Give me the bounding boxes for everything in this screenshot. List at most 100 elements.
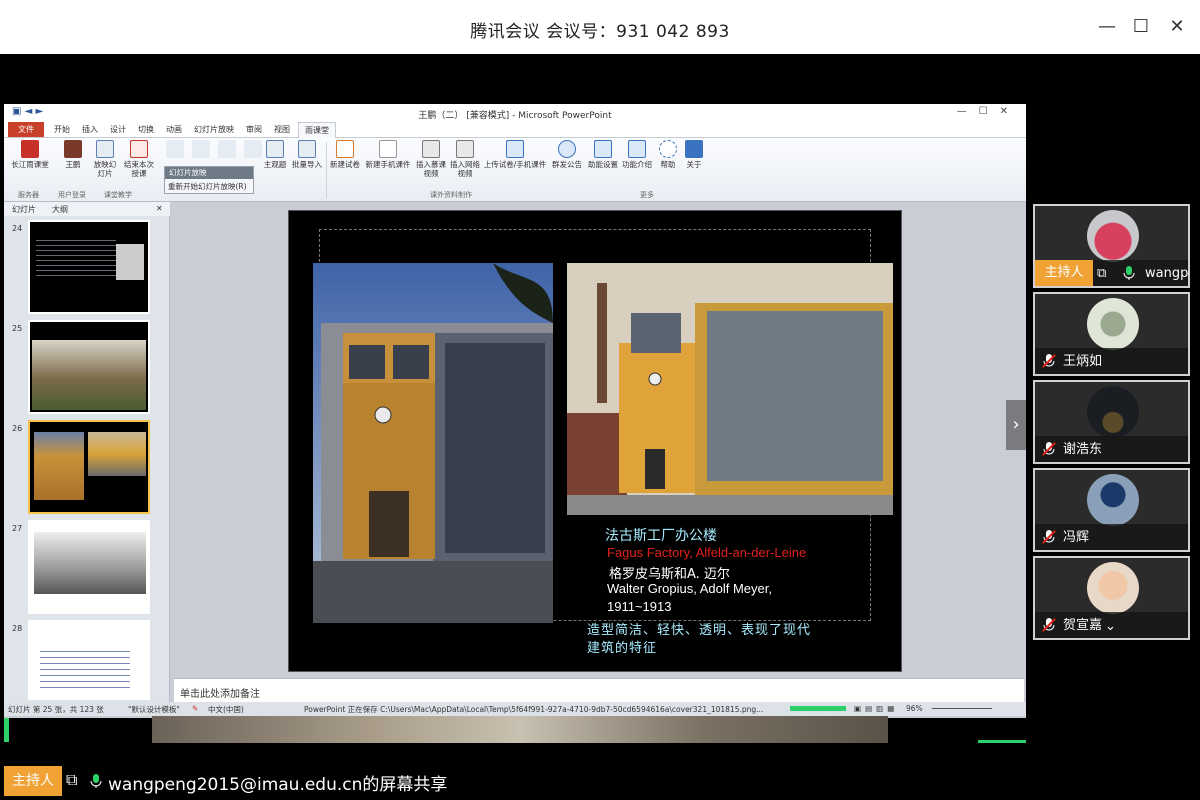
film-icon	[456, 140, 474, 158]
maximize-button[interactable]: ☐	[1130, 16, 1152, 38]
view-buttons[interactable]: ▣▤▥▦	[854, 704, 898, 713]
footer-host-badge: 主持人	[4, 766, 62, 796]
thumb-text-lines	[36, 236, 116, 276]
tab-slides[interactable]: 幻灯片	[12, 204, 36, 215]
ribbon-announcement-button[interactable]: 群发公告	[550, 140, 584, 169]
caption-summary-line1: 造型简洁、轻快、透明、表现了现代	[587, 623, 812, 638]
caption-title: 法古斯工厂办公楼	[605, 528, 717, 544]
ribbon-subjective-button[interactable]: 主观题	[260, 140, 290, 169]
participant-name: 谢浩东	[1063, 442, 1103, 457]
tab-review[interactable]: 审阅	[246, 124, 262, 135]
participant-card[interactable]: 王炳如	[1033, 292, 1190, 376]
ribbon-intro-button[interactable]: 功能介绍	[620, 140, 654, 169]
ribbon-user-button[interactable]: 王鹏	[58, 140, 88, 169]
globe-icon	[558, 140, 576, 158]
help-icon	[659, 140, 677, 158]
slide-thumbnail[interactable]	[28, 620, 150, 700]
ribbon-web-video-button[interactable]: 插入网络视频	[448, 140, 482, 178]
avatar	[1087, 210, 1139, 262]
dropdown-restart-item[interactable]: 重新开始幻灯片放映(R)	[165, 179, 253, 194]
notes-pane[interactable]: 单击此处添加备注	[174, 678, 1024, 702]
ribbon: 长江雨课堂 王鹏 放映幻灯片 结束本次授课 主观题 批量导入 新建试卷 新建手机…	[4, 138, 1026, 202]
mic-muted-icon	[1042, 354, 1056, 368]
close-pane-icon[interactable]: ✕	[156, 204, 163, 213]
ribbon-help-button[interactable]: 帮助	[656, 140, 680, 169]
ribbon-settings-button[interactable]: 助能设置	[586, 140, 620, 169]
status-language: 中文(中国)	[208, 705, 244, 714]
fagus-photo-left	[313, 263, 553, 623]
caption-years: 1911~1913	[607, 599, 672, 614]
tab-insert[interactable]: 插入	[82, 124, 98, 135]
tab-view[interactable]: 视图	[274, 124, 290, 135]
screen-share-icon: ⧉	[1097, 266, 1107, 281]
tab-outline[interactable]: 大纲	[52, 204, 68, 215]
chevron-down-icon[interactable]: ⌄	[1105, 619, 1116, 634]
thumb-number: 24	[12, 224, 23, 233]
group-teaching: 课堂教学	[104, 191, 132, 199]
rainclassroom-icon	[21, 140, 39, 158]
tab-rainclassroom[interactable]: 雨课堂	[298, 122, 336, 138]
tab-home[interactable]: 开始	[54, 124, 70, 135]
ribbon-upload-button[interactable]: 上传试卷/手机课件	[482, 140, 548, 169]
background-photo-strip	[152, 716, 888, 743]
tab-slideshow[interactable]: 幻灯片放映	[194, 124, 234, 135]
screen-share-label: wangpeng2015@imau.edu.cn的屏幕共享	[108, 775, 448, 795]
current-slide[interactable]: 法古斯工厂办公楼 Fagus Factory, Alfeld-an-der-Le…	[288, 210, 902, 672]
zoom-slider[interactable]	[932, 708, 992, 709]
participant-name: 贺宣嘉	[1063, 618, 1103, 633]
play-icon	[96, 140, 114, 158]
ribbon-tabs: 文件 开始 插入 设计 切换 动画 幻灯片放映 审阅 视图 雨课堂	[4, 122, 1026, 138]
thumb-photo-left	[34, 432, 84, 500]
about-icon	[685, 140, 703, 158]
ribbon-new-quiz-button[interactable]: 新建试卷	[328, 140, 362, 169]
tab-animations[interactable]: 动画	[166, 124, 182, 135]
ribbon-mooc-video-button[interactable]: 插入慕课视频	[414, 140, 448, 178]
thumb-number: 28	[12, 624, 23, 633]
ribbon-about-button[interactable]: 关于	[682, 140, 706, 169]
ribbon-question-icons[interactable]	[164, 140, 264, 160]
mic-muted-icon	[1042, 618, 1056, 632]
shared-screen[interactable]: ▣ ◄ ► 王鹏（二） [兼容模式] - Microsoft PowerPoin…	[4, 104, 1026, 718]
minimize-button[interactable]: —	[1096, 16, 1118, 38]
ppt-window-controls[interactable]: —☐✕	[957, 106, 1020, 117]
avatar	[1087, 298, 1139, 350]
participant-bar: 冯辉	[1035, 524, 1188, 550]
close-button[interactable]: ✕	[1166, 16, 1188, 38]
ribbon-play-button[interactable]: 放映幻灯片	[92, 140, 118, 178]
group-login: 用户登录	[58, 191, 86, 199]
power-icon	[130, 140, 148, 158]
slide-thumbnail[interactable]	[28, 220, 150, 314]
slide-thumbnail[interactable]	[28, 520, 150, 614]
slide-thumbnail-active[interactable]	[28, 420, 150, 514]
tab-design[interactable]: 设计	[110, 124, 126, 135]
participant-card-host[interactable]: 主持人 ⧉ wangpeng	[1033, 204, 1190, 288]
mobile-icon	[379, 140, 397, 158]
thumb-number: 25	[12, 324, 23, 333]
status-slide-count: 幻灯片 第 25 张，共 123 张	[8, 705, 104, 714]
next-page-chevron-icon[interactable]: ›	[1006, 400, 1026, 450]
tab-transitions[interactable]: 切换	[138, 124, 154, 135]
participant-name: 王炳如	[1063, 354, 1103, 369]
ribbon-rainclassroom-button[interactable]: 长江雨课堂	[10, 140, 50, 169]
ribbon-import-button[interactable]: 批量导入	[290, 140, 324, 169]
ppt-window-title: 王鹏（二） [兼容模式] - Microsoft PowerPoint	[418, 111, 612, 121]
ribbon-mobile-courseware-button[interactable]: 新建手机课件	[362, 140, 414, 169]
participant-card[interactable]: 谢浩东	[1033, 380, 1190, 464]
participant-card[interactable]: 贺宣嘉 ⌄	[1033, 556, 1190, 640]
status-saving: PowerPoint 正在保存 C:\Users\Mac\AppData\Loc…	[304, 705, 764, 714]
status-zoom: 96%	[906, 704, 923, 713]
group-server: 服务器	[18, 191, 39, 199]
status-theme: "默认设计模板"	[128, 705, 180, 714]
ribbon-separator	[326, 142, 327, 198]
participant-name: wangpeng	[1145, 266, 1189, 281]
thumbnail-pane: 幻灯片 大纲 ✕ 24 25 26 27 28	[4, 202, 170, 702]
slideshow-dropdown[interactable]: 幻灯片放映 重新开始幻灯片放映(R)	[164, 166, 254, 194]
user-avatar-icon	[64, 140, 82, 158]
participant-card[interactable]: 冯辉	[1033, 468, 1190, 552]
slide-thumbnail[interactable]	[28, 320, 150, 414]
thumb-bw-photo	[34, 532, 146, 594]
participant-bar: 贺宣嘉 ⌄	[1035, 612, 1188, 638]
thumb-number: 26	[12, 424, 23, 433]
ribbon-end-button[interactable]: 结束本次授课	[122, 140, 156, 178]
tab-file[interactable]: 文件	[8, 122, 44, 137]
